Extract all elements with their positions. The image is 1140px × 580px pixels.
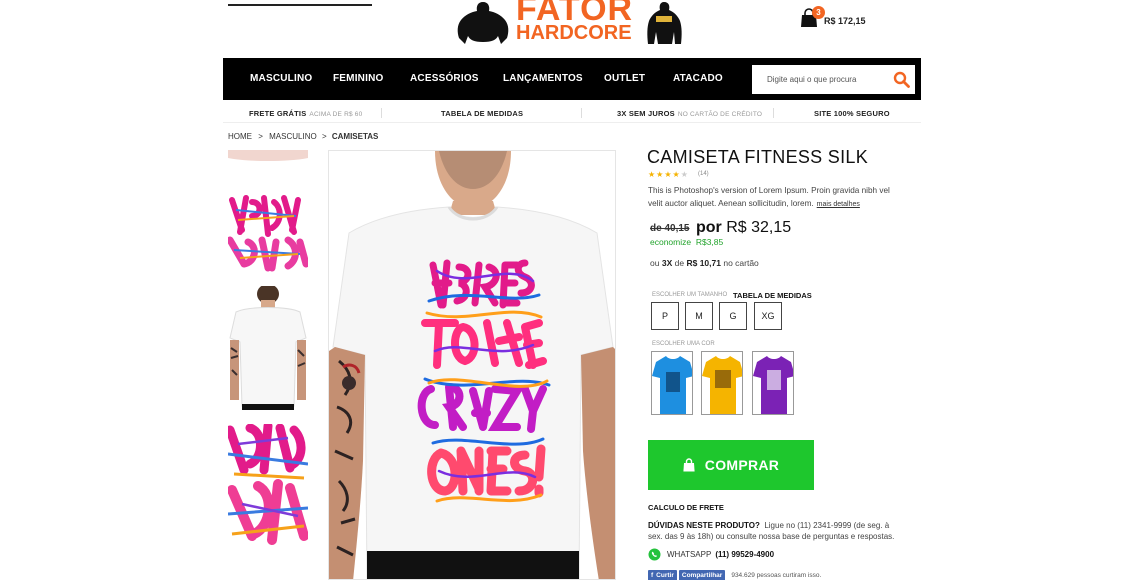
info-bar: FRETE GRÁTIS ACIMA DE R$ 60 TABELA DE MED… xyxy=(223,106,921,122)
tshirt-yellow-icon xyxy=(702,352,742,414)
size-option-g[interactable]: G xyxy=(719,302,747,330)
shipping-calc-title[interactable]: CALCULO DE FRETE xyxy=(648,503,724,512)
cart[interactable]: 3 R$ 172,15 xyxy=(800,6,870,34)
facebook-icon: f xyxy=(651,572,654,579)
buy-button-label: COMPRAR xyxy=(704,457,780,473)
info-seguro: SITE 100% SEGURO xyxy=(814,109,890,118)
info-juros: 3X SEM JUROS NO CARTÃO DE CRÉDITO xyxy=(617,109,763,118)
nav-item-acessorios[interactable]: ACESSÓRIOS xyxy=(410,73,479,84)
thumbnail-2[interactable] xyxy=(228,286,308,410)
size-option-p[interactable]: P xyxy=(651,302,679,330)
breadcrumb-category[interactable]: MASCULINO xyxy=(269,132,317,141)
size-label: ESCOLHER UM TAMANHO xyxy=(652,292,728,298)
star-icon: ★ xyxy=(648,170,657,179)
info-divider xyxy=(581,108,582,118)
product-description: This is Photoshop's version of Lorem Ips… xyxy=(648,186,890,208)
info-divider xyxy=(773,108,774,118)
more-details-link[interactable]: mais detalhes xyxy=(817,201,860,208)
search-input[interactable] xyxy=(752,65,886,94)
savings: economize R$3,85 xyxy=(650,237,724,247)
color-option-purple[interactable] xyxy=(752,351,794,415)
nav-item-lancamentos[interactable]: LANÇAMENTOS xyxy=(503,73,583,84)
bodybuilder-right-icon xyxy=(647,2,682,44)
nav-item-masculino[interactable]: MASCULINO xyxy=(250,73,312,84)
main-nav: MASCULINO FEMININO ACESSÓRIOS LANÇAMENTO… xyxy=(223,58,921,100)
product-photo xyxy=(329,151,615,579)
size-option-m[interactable]: M xyxy=(685,302,713,330)
facebook-like-button[interactable]: f Curtir xyxy=(648,570,677,580)
thumbnail-3[interactable] xyxy=(228,424,308,546)
tshirt-purple-icon xyxy=(753,352,793,414)
star-empty-icon: ★ xyxy=(680,170,689,179)
color-label: ESCOLHER UMA COR xyxy=(652,341,715,347)
search-icon[interactable] xyxy=(893,71,910,88)
nav-item-atacado[interactable]: ATACADO xyxy=(673,73,723,84)
info-frete: FRETE GRÁTIS ACIMA DE R$ 60 xyxy=(249,109,363,118)
search-box xyxy=(752,65,915,94)
logo[interactable]: FATOR HARDCORE xyxy=(452,0,688,44)
nav-item-feminino[interactable]: FEMININO xyxy=(333,73,384,84)
old-price: de 40,15 xyxy=(650,223,690,234)
facebook-bar: f Curtir Compartilhar 934.629 pessoas cur… xyxy=(648,570,821,580)
rating-count[interactable]: (14) xyxy=(698,171,709,177)
product-main-image[interactable] xyxy=(328,150,616,580)
size-option-xg[interactable]: XG xyxy=(754,302,782,330)
thumbnail-image xyxy=(228,150,308,272)
facebook-like-count: 934.629 pessoas curtiram isso. xyxy=(731,572,822,579)
nav-item-outlet[interactable]: OUTLET xyxy=(604,73,645,84)
thumbnail-image xyxy=(228,286,308,410)
info-medidas[interactable]: TABELA DE MEDIDAS xyxy=(441,109,523,118)
breadcrumb-separator: > xyxy=(321,132,327,141)
whatsapp-icon xyxy=(648,548,661,561)
star-icon: ★ xyxy=(672,170,681,179)
cart-total: R$ 172,15 xyxy=(824,16,866,26)
tshirt-blue-icon xyxy=(652,352,692,414)
current-price: por R$ 32,15 xyxy=(696,219,792,236)
color-option-blue[interactable] xyxy=(651,351,693,415)
size-table-link[interactable]: TABELA DE MEDIDAS xyxy=(733,291,812,300)
whatsapp-contact[interactable]: WHATSAPP (11) 99529-4900 xyxy=(648,548,774,561)
color-option-yellow[interactable] xyxy=(701,351,743,415)
divider xyxy=(223,122,921,123)
star-icon: ★ xyxy=(664,170,673,179)
logo-line2: HARDCORE xyxy=(516,22,632,44)
buy-button[interactable]: COMPRAR xyxy=(648,440,814,490)
breadcrumb-current: CAMISETAS xyxy=(331,132,379,141)
info-divider xyxy=(381,108,382,118)
questions-text: DÚVIDAS NESTE PRODUTO? Ligue no (11) 234… xyxy=(648,521,895,541)
header-divider xyxy=(228,4,372,6)
installments: ou 3X de R$ 10,71 no cartão xyxy=(650,258,759,268)
rating-stars: ★★★★★ xyxy=(648,170,689,179)
thumbnail-1[interactable] xyxy=(228,150,308,272)
shopping-bag-icon xyxy=(683,458,695,472)
breadcrumb: HOME > MASCULINO > CAMISETAS xyxy=(228,132,378,141)
breadcrumb-home[interactable]: HOME xyxy=(228,132,252,141)
bodybuilder-left-icon xyxy=(457,2,509,44)
product-title: CAMISETA FITNESS SILK xyxy=(647,147,869,167)
breadcrumb-separator: > xyxy=(258,132,263,141)
thumbnail-image xyxy=(228,424,308,546)
facebook-share-button[interactable]: Compartilhar xyxy=(678,570,726,580)
